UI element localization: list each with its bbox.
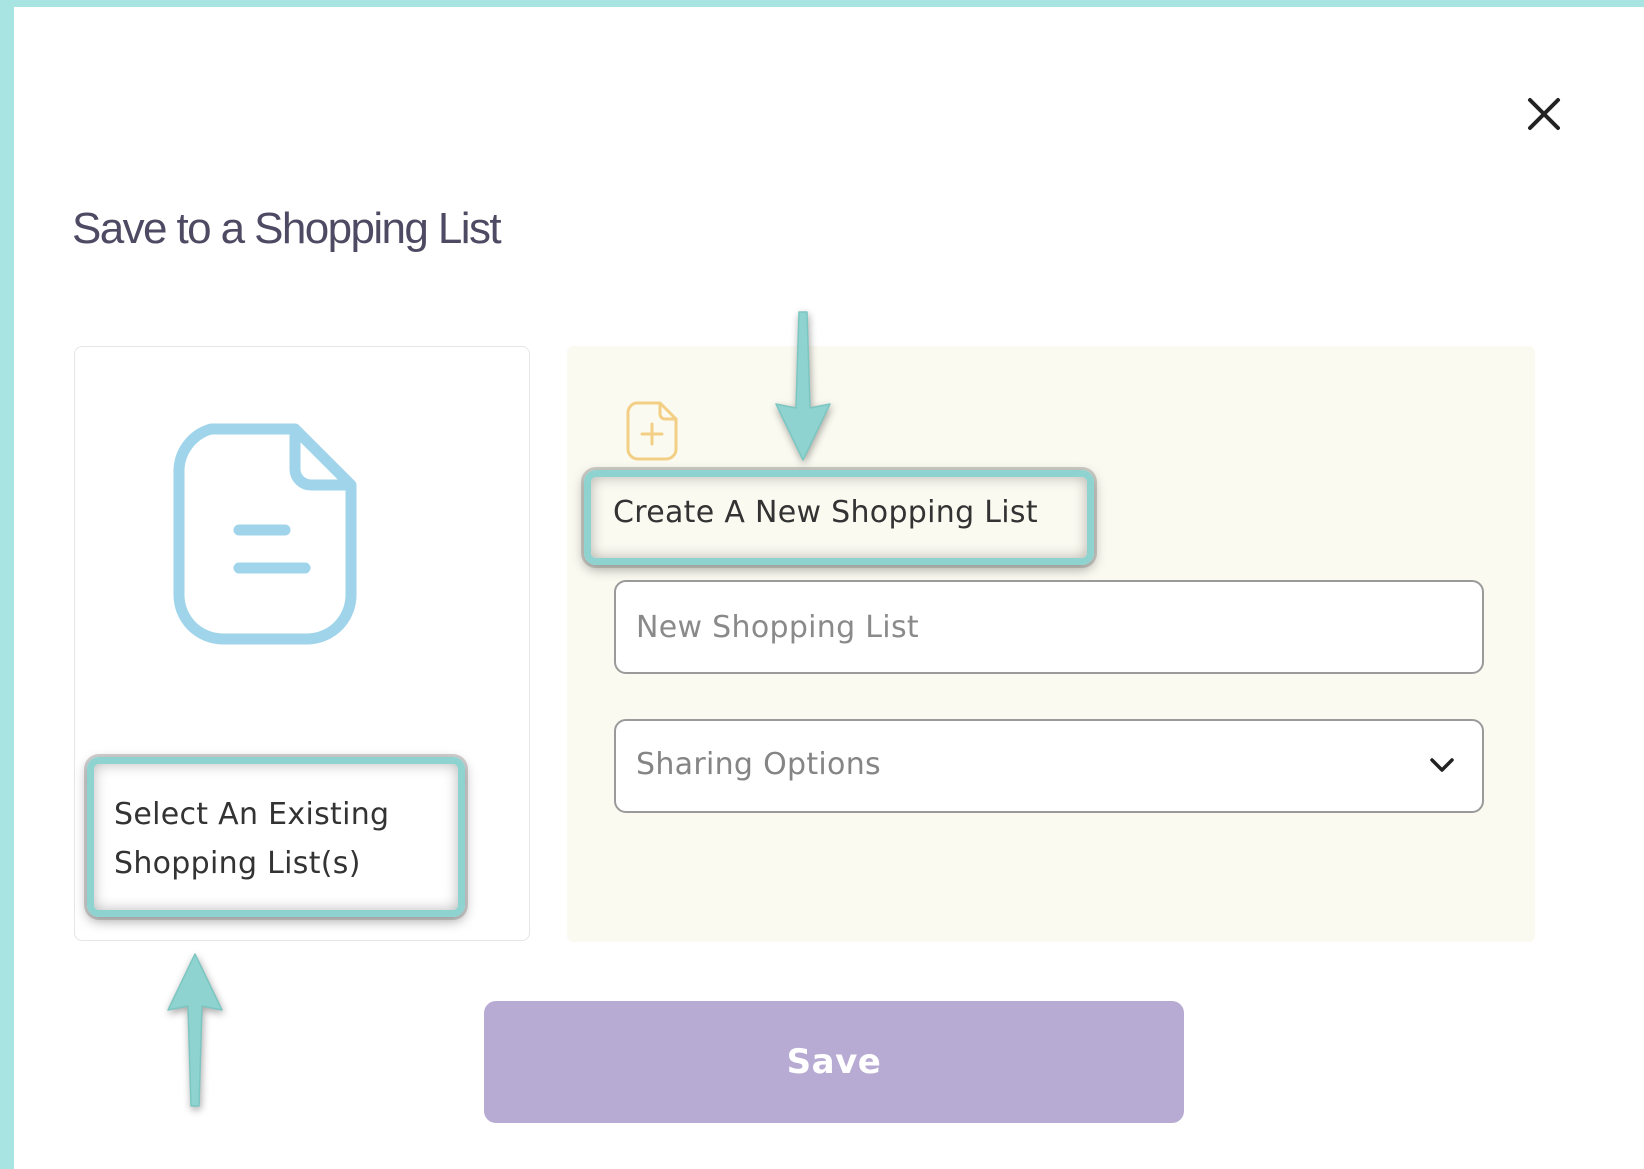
add-document-icon bbox=[624, 400, 680, 462]
document-icon bbox=[167, 417, 367, 647]
close-icon bbox=[1528, 98, 1560, 130]
new-list-name-input[interactable] bbox=[614, 580, 1484, 674]
dialog-title: Save to a Shopping List bbox=[72, 204, 502, 253]
select-existing-list-label[interactable]: Select An Existing Shopping List(s) bbox=[114, 790, 434, 888]
sharing-options-value: Sharing Options bbox=[636, 747, 881, 782]
save-button[interactable]: Save bbox=[484, 1001, 1184, 1123]
chevron-down-icon bbox=[1428, 755, 1456, 775]
screenshot-frame: Save to a Shopping List Create A New Sho… bbox=[0, 0, 1644, 1169]
sharing-options-select[interactable]: Sharing Options bbox=[614, 719, 1484, 813]
arrow-down-icon bbox=[772, 304, 834, 464]
close-button[interactable] bbox=[1514, 84, 1574, 144]
create-new-list-label: Create A New Shopping List bbox=[613, 495, 1038, 530]
arrow-up-icon bbox=[164, 950, 226, 1112]
